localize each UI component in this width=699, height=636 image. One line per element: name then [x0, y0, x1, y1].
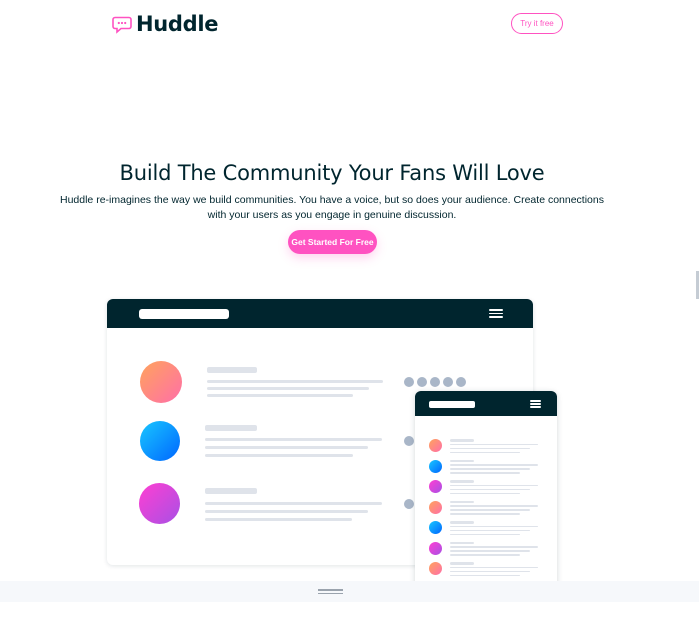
placeholder-line: [450, 443, 538, 446]
placeholder-line: [450, 525, 538, 528]
dot: [456, 377, 466, 387]
placeholder-line: [205, 510, 368, 513]
placeholder-line: [207, 367, 257, 373]
purple-gradient-avatar: [429, 480, 442, 493]
placeholder-line: [450, 562, 474, 565]
dot: [404, 499, 414, 509]
mobile-mockup: [415, 391, 557, 586]
placeholder-line: [450, 513, 520, 515]
placeholder-line: [450, 570, 530, 573]
dot: [443, 377, 453, 387]
placeholder-line: [205, 518, 352, 521]
placeholder-line: [450, 500, 474, 503]
placeholder-line: [450, 509, 530, 511]
placeholder-line: [450, 529, 530, 532]
hero-description: Huddle re-imagines the way we build comm…: [60, 194, 604, 221]
dot: [404, 377, 414, 387]
placeholder-line: [450, 451, 520, 454]
menu-icon: [530, 400, 541, 408]
purple-gradient-avatar: [139, 483, 180, 524]
placeholder-line: [450, 439, 474, 442]
blue-gradient-avatar: [140, 421, 180, 461]
placeholder-line: [450, 566, 538, 569]
mockup-title-placeholder: [139, 309, 229, 319]
placeholder-line: [450, 550, 530, 552]
placeholder-line: [205, 425, 257, 431]
orange-gradient-avatar: [429, 562, 442, 575]
placeholder-line: [205, 446, 368, 449]
placeholder-line: [450, 546, 538, 548]
bottom-resize-bar[interactable]: [0, 581, 699, 602]
dot: [404, 436, 414, 446]
menu-icon: [489, 309, 503, 318]
placeholder-line: [450, 468, 530, 470]
placeholder-line: [450, 505, 538, 507]
placeholder-line: [207, 380, 383, 383]
placeholder-line: [450, 533, 520, 536]
mobile-navbar: [415, 391, 557, 416]
resize-grip-icon[interactable]: [318, 589, 343, 594]
placeholder-line: [450, 472, 520, 474]
placeholder-line: [205, 438, 382, 441]
placeholder-line: [450, 521, 474, 524]
placeholder-line: [207, 394, 353, 397]
placeholder-line: [450, 464, 538, 466]
placeholder-line: [450, 480, 474, 483]
orange-gradient-avatar: [429, 500, 442, 514]
placeholder-line: [205, 454, 353, 457]
placeholder-line: [450, 447, 530, 450]
purple-gradient-avatar: [429, 541, 442, 555]
blue-gradient-avatar: [429, 521, 442, 534]
orange-gradient-avatar: [429, 439, 442, 452]
chat-bubble-icon: [112, 16, 132, 34]
site-header: Huddle Try it free: [0, 0, 699, 48]
mobile-title-placeholder: [429, 401, 475, 408]
placeholder-line: [205, 502, 382, 505]
placeholder-line: [450, 484, 538, 487]
orange-gradient-avatar: [140, 361, 182, 403]
placeholder-line: [205, 488, 257, 494]
placeholder-line: [450, 554, 520, 556]
mockup-navbar: [107, 299, 533, 328]
blue-gradient-avatar: [429, 459, 442, 473]
placeholder-line: [450, 541, 474, 544]
hero-title: Build The Community Your Fans Will Love: [119, 161, 545, 185]
placeholder-line: [450, 459, 474, 462]
placeholder-line: [207, 387, 369, 390]
placeholder-line: [450, 488, 530, 491]
placeholder-line: [450, 574, 520, 577]
get-started-button[interactable]: Get Started For Free: [288, 230, 377, 254]
dot: [417, 377, 427, 387]
placeholder-line: [450, 492, 520, 495]
brand-name: Huddle: [136, 12, 219, 36]
dot: [430, 377, 440, 387]
brand-logo[interactable]: Huddle: [112, 12, 219, 36]
try-it-free-button[interactable]: Try it free: [511, 13, 563, 34]
